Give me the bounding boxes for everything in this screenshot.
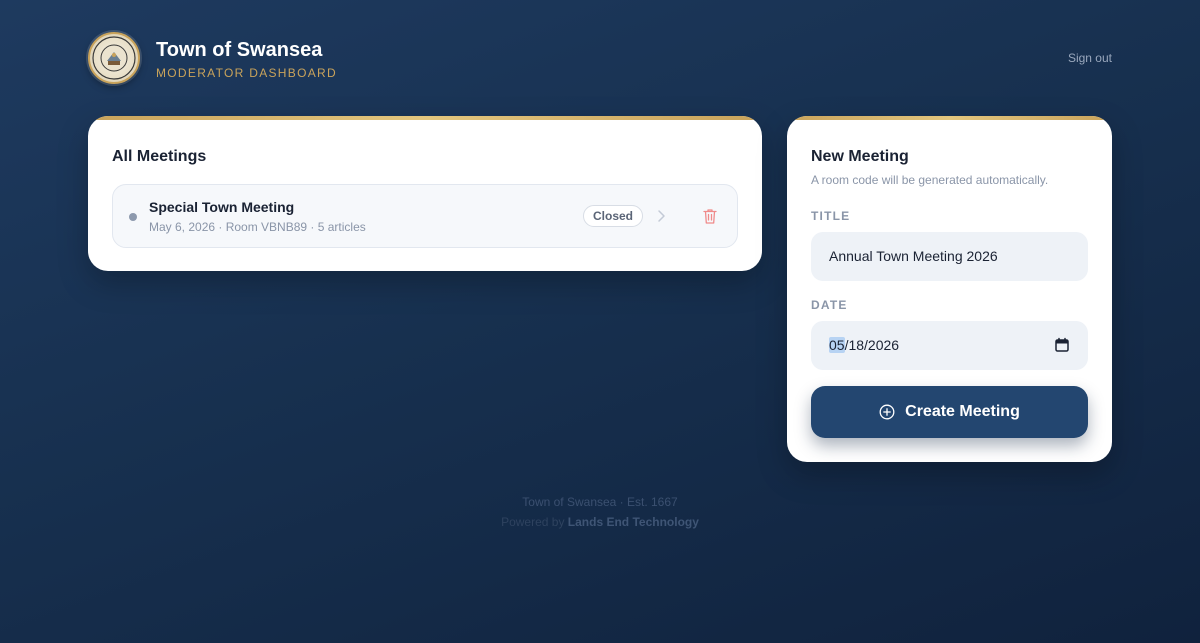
new-meeting-card: New Meeting A room code will be generate… [787, 116, 1112, 462]
plus-circle-icon [879, 404, 895, 420]
meeting-meta: May 6, 2026 · Room VBNB89 · 5 articles [149, 220, 366, 234]
meeting-name: Special Town Meeting [149, 199, 295, 215]
app-title: Town of Swansea [156, 39, 323, 61]
status-dot [129, 213, 137, 221]
meeting-list-item[interactable]: Special Town Meeting May 6, 2026 · Room … [112, 184, 738, 248]
create-meeting-button[interactable]: Create Meeting [811, 386, 1088, 438]
new-meeting-subtext: A room code will be generated automatica… [811, 173, 1049, 187]
create-meeting-label: Create Meeting [905, 403, 1020, 420]
page-header: Town of Swansea MODERATOR DASHBOARD Sign… [88, 32, 1112, 84]
trash-icon[interactable] [701, 207, 719, 225]
all-meetings-heading: All Meetings [112, 148, 207, 165]
calendar-icon[interactable] [1054, 337, 1070, 353]
new-meeting-heading: New Meeting [811, 148, 909, 165]
date-rest-segment: /18/2026 [844, 337, 900, 353]
powered-by-company-link[interactable]: Lands End Technology [568, 515, 699, 529]
town-seal-icon [88, 32, 140, 84]
app-subtitle: MODERATOR DASHBOARD [156, 66, 337, 80]
powered-by-prefix: Powered by [501, 515, 565, 529]
date-label: DATE [811, 298, 848, 312]
sign-out-link[interactable]: Sign out [1068, 51, 1112, 65]
footer-town-line: Town of Swansea · Est. 1667 [522, 495, 678, 509]
chevron-right-icon[interactable] [653, 207, 669, 225]
date-input[interactable]: 05/18/2026 [811, 321, 1088, 370]
footer-powered-by: Powered by Lands End Technology [0, 515, 1200, 529]
title-label: TITLE [811, 209, 851, 223]
all-meetings-card: All Meetings Special Town Meeting May 6,… [88, 116, 762, 271]
status-badge: Closed [583, 205, 644, 227]
title-input[interactable]: Annual Town Meeting 2026 [811, 232, 1088, 281]
date-month-segment[interactable]: 05 [829, 337, 845, 353]
